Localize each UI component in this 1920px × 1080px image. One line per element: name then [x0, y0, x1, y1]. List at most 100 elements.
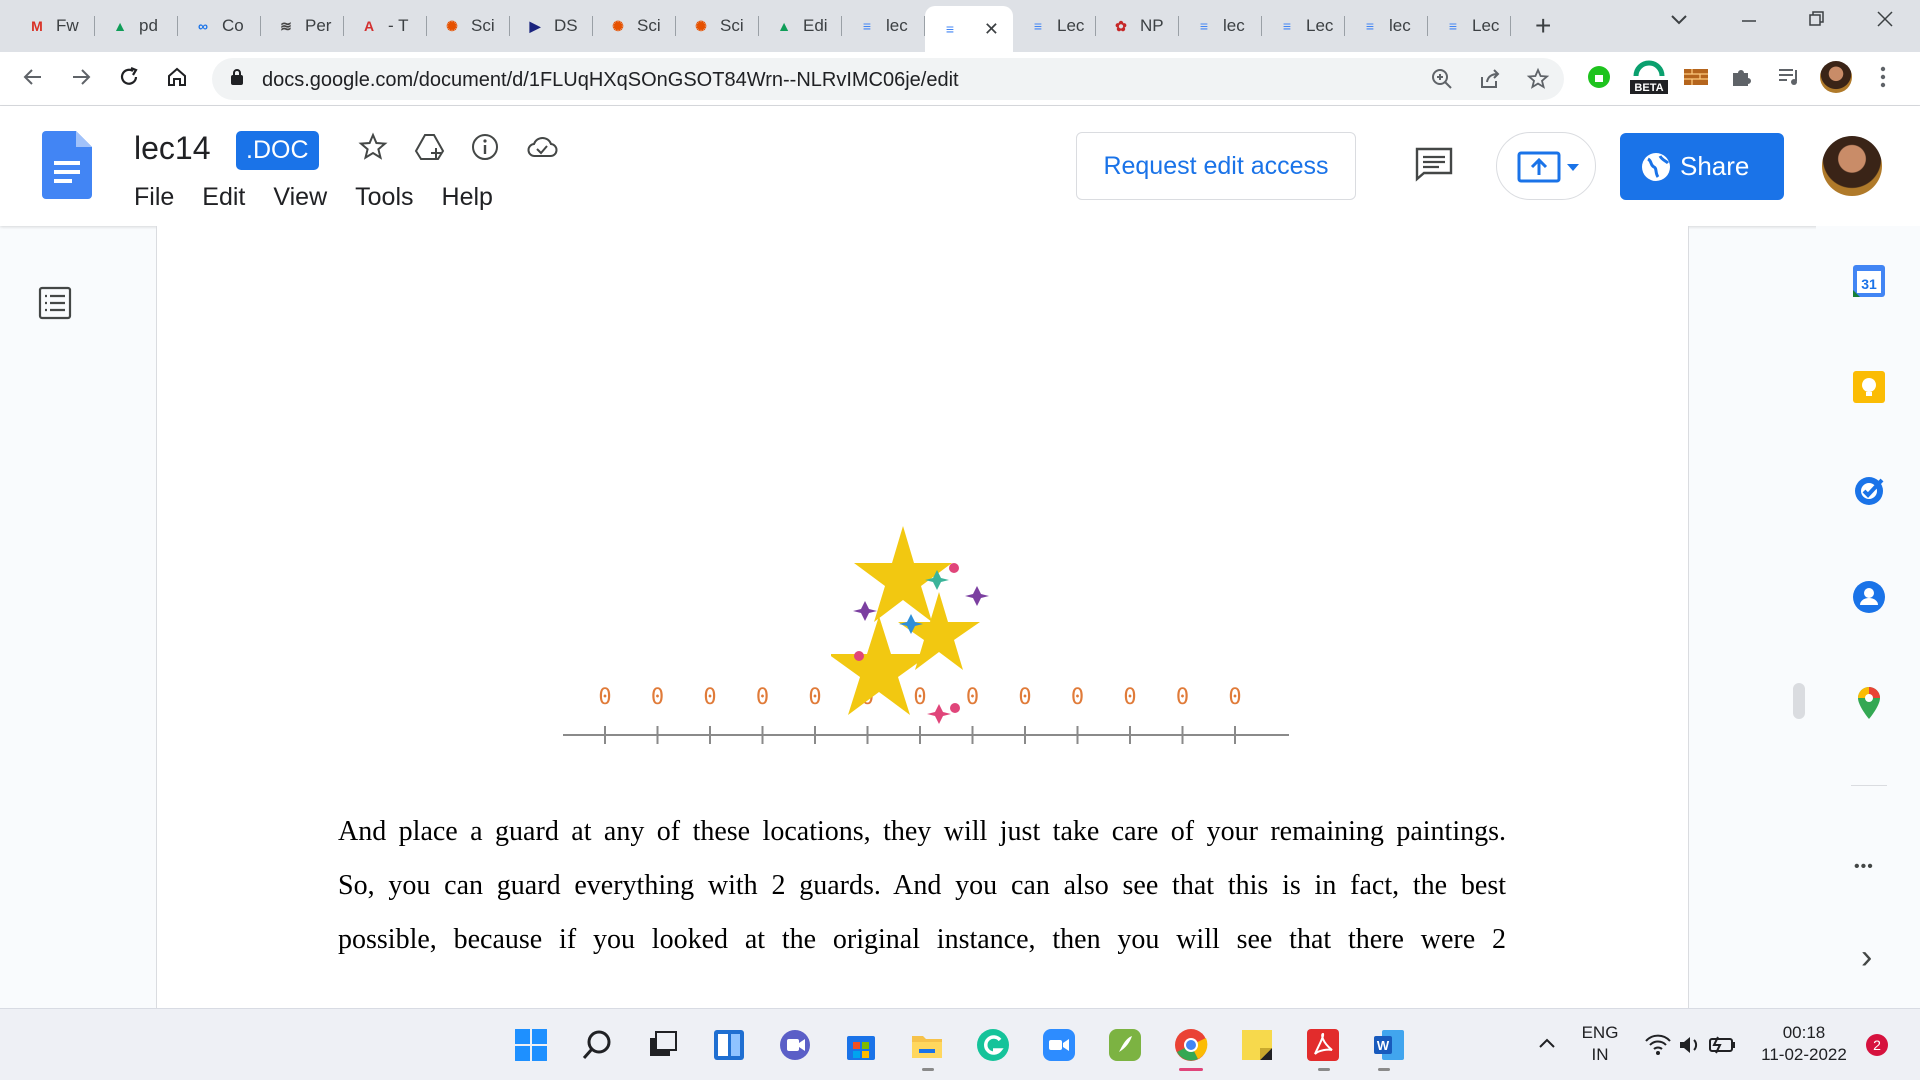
system-tray-icons[interactable] [1644, 1032, 1744, 1058]
browser-tab-15[interactable]: ≡ lec [1179, 8, 1262, 44]
zoom-icon[interactable] [1430, 67, 1454, 97]
menu-help[interactable]: Help [442, 183, 493, 212]
browser-tab-1[interactable]: M Fw [12, 8, 95, 44]
evernote-icon[interactable] [1108, 1028, 1142, 1062]
browser-menu-icon[interactable] [1878, 64, 1888, 95]
search-icon[interactable] [580, 1028, 614, 1062]
perplexity-icon: ≋ [280, 17, 292, 34]
vertical-scrollbar-thumb[interactable] [1793, 683, 1805, 719]
back-arrow-icon[interactable] [20, 64, 46, 97]
address-bar[interactable]: docs.google.com/document/d/1FLUqHXqSOnGS… [212, 58, 1564, 100]
extensions-puzzle-icon[interactable] [1728, 64, 1754, 95]
minimize-window-icon[interactable] [1738, 8, 1760, 36]
chrome-icon[interactable] [1174, 1028, 1208, 1062]
browser-tab-16[interactable]: ≡ Lec [1262, 8, 1345, 44]
tab-search-icon[interactable] [1668, 8, 1690, 36]
extension-green-icon[interactable] [1586, 64, 1612, 95]
word-open-indicator [1378, 1068, 1390, 1071]
chat-icon[interactable] [778, 1028, 812, 1062]
zoom-icon[interactable] [1042, 1028, 1076, 1062]
comments-icon[interactable] [1414, 146, 1454, 182]
browser-tab-5[interactable]: A- T [344, 8, 427, 44]
account-avatar[interactable] [1822, 136, 1882, 196]
reload-icon[interactable] [116, 64, 142, 97]
maps-icon[interactable] [1850, 684, 1888, 722]
menu-file[interactable]: File [134, 183, 174, 212]
document-title[interactable]: lec14 [134, 130, 211, 167]
docs-icon: ≡ [862, 18, 872, 34]
docs-icon: ≡ [1365, 18, 1375, 34]
body-paragraph[interactable]: And place a guard at any of these locati… [338, 805, 1506, 967]
file-explorer-icon[interactable] [910, 1028, 944, 1062]
browser-tab-3[interactable]: ∞ Co [178, 8, 261, 44]
explorer-open-indicator [922, 1068, 934, 1071]
extension-beta-icon[interactable]: BETA [1628, 60, 1670, 101]
more-addons-icon[interactable]: ••• [1854, 858, 1874, 876]
forward-arrow-icon[interactable] [68, 64, 94, 97]
browser-tab-8[interactable]: ✺ Sci [593, 8, 676, 44]
browser-tab-10[interactable]: ▲ Edi [759, 8, 842, 44]
url-text[interactable]: docs.google.com/document/d/1FLUqHXqSOnGS… [262, 69, 959, 92]
calendar-icon[interactable]: 31 [1850, 262, 1888, 300]
present-upload-icon [1517, 151, 1579, 183]
close-window-icon[interactable] [1874, 8, 1896, 36]
home-icon[interactable] [164, 64, 190, 97]
language-region: IN [1591, 1045, 1609, 1064]
wifi-icon [1645, 1034, 1671, 1055]
acrobat-icon[interactable] [1306, 1028, 1340, 1062]
browser-tab-2[interactable]: ▲ pd [95, 8, 178, 44]
extension-brick-icon[interactable] [1682, 64, 1710, 95]
show-hidden-icons[interactable] [1536, 1034, 1558, 1057]
word-icon[interactable]: W [1372, 1028, 1406, 1062]
docs-header: lec14 .DOC File Edit View Tools Help Req… [0, 106, 1920, 226]
profile-avatar-small[interactable] [1820, 61, 1852, 93]
clock[interactable]: 00:18 11-02-2022 [1752, 1022, 1856, 1066]
menu-view[interactable]: View [273, 183, 327, 212]
contacts-icon[interactable] [1850, 578, 1888, 616]
document-outline-icon[interactable] [38, 286, 72, 320]
browser-tab-12[interactable]: ≡ ✕ [925, 6, 1013, 52]
tab-title: Sci [720, 16, 744, 35]
browser-tab-11[interactable]: ≡ lec [842, 8, 925, 44]
info-icon[interactable] [470, 132, 500, 169]
browser-tab-4[interactable]: ≋ Per [261, 8, 344, 44]
media-control-icon[interactable] [1776, 64, 1802, 95]
language-indicator[interactable]: ENG IN [1578, 1022, 1622, 1066]
share-page-icon[interactable] [1478, 67, 1502, 97]
browser-tab-17[interactable]: ≡ lec [1345, 8, 1428, 44]
windows-start-icon[interactable] [514, 1028, 548, 1062]
tasks-icon[interactable] [1850, 472, 1888, 510]
new-tab-button[interactable]: + [1535, 10, 1551, 42]
store-icon[interactable] [844, 1028, 878, 1062]
docs-logo-icon[interactable] [42, 131, 92, 199]
browser-tab-14[interactable]: ✿ NP [1096, 8, 1179, 44]
grammarly-icon[interactable] [976, 1028, 1010, 1062]
sticky-notes-icon[interactable] [1240, 1028, 1274, 1062]
cloud-saved-icon[interactable] [526, 132, 558, 169]
request-edit-access-button[interactable]: Request edit access [1076, 132, 1356, 200]
widgets-icon[interactable] [712, 1028, 746, 1062]
browser-tab-6[interactable]: ✺ Sci [427, 8, 510, 44]
menu-edit[interactable]: Edit [202, 183, 245, 212]
browser-tab-13[interactable]: ≡ Lec [1013, 8, 1096, 44]
browser-tab-18[interactable]: ≡ Lec [1428, 8, 1511, 44]
link-icon: ∞ [198, 18, 208, 34]
browser-tab-7[interactable]: ▶ DS [510, 8, 593, 44]
browser-tab-9[interactable]: ✺ Sci [676, 8, 759, 44]
expand-panel-icon[interactable]: › [1861, 938, 1872, 977]
task-view-icon[interactable] [646, 1028, 680, 1062]
docs-icon: ≡ [945, 21, 955, 37]
restore-window-icon[interactable] [1806, 8, 1828, 36]
present-button[interactable] [1496, 132, 1596, 200]
star-icon[interactable] [358, 132, 388, 169]
bookmark-star-icon[interactable] [1526, 67, 1550, 97]
move-to-drive-icon[interactable] [414, 132, 446, 169]
menu-bar: File Edit View Tools Help [134, 183, 493, 212]
share-button[interactable]: Share [1620, 133, 1784, 200]
nptel-icon: ✿ [1115, 17, 1127, 34]
notification-badge[interactable]: 2 [1866, 1034, 1888, 1056]
menu-tools[interactable]: Tools [355, 183, 413, 212]
keep-icon[interactable] [1850, 368, 1888, 406]
close-tab-icon[interactable]: ✕ [984, 19, 999, 40]
acrobat-icon: A [363, 18, 375, 34]
